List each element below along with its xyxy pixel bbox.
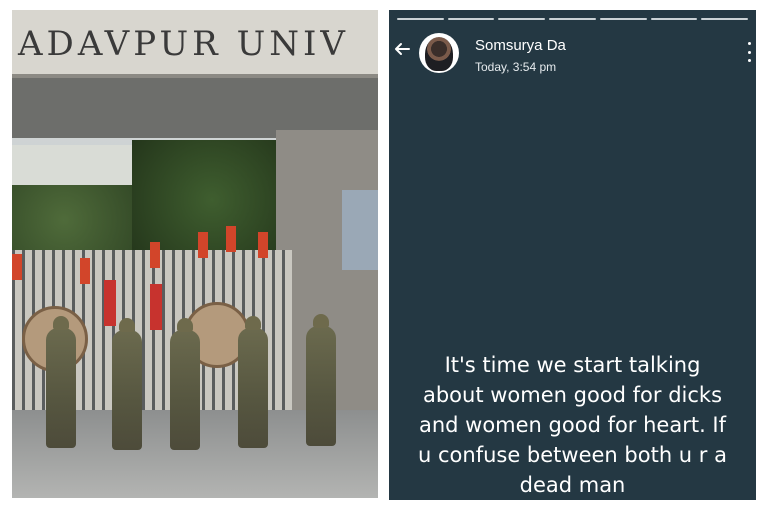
university-sign: ADAVPUR UNIV [12,10,378,78]
story-timestamp: Today, 3:54 pm [475,60,557,74]
avatar[interactable] [419,33,459,73]
soldier-figure [306,314,336,446]
soldier-figure [46,316,76,448]
orange-flag [226,226,236,252]
soldier-figure [112,318,142,450]
soldier-figure [170,318,200,450]
orange-flag [150,242,160,268]
story-caption: It's time we start talking about women g… [418,353,727,497]
story-user-name[interactable]: Somsurya Da [475,37,566,54]
wall-poster [342,190,378,270]
more-vertical-icon[interactable] [746,42,752,62]
red-banner [150,284,162,330]
orange-flag [80,258,90,284]
photo-building [12,145,152,185]
orange-flag [198,232,208,258]
orange-flag [12,254,22,280]
arrow-left-icon[interactable] [391,40,413,62]
red-banner [104,280,116,326]
story-progress-bar [397,18,749,20]
orange-flag [258,232,268,258]
soldier-figure [238,316,268,448]
gate-photo: ADAVPUR UNIV [12,10,378,498]
gate-canopy [12,78,378,138]
university-sign-text: ADAVPUR UNIV [18,24,349,64]
story-viewer: Somsurya Da Today, 3:54 pm It's time we … [389,10,756,500]
